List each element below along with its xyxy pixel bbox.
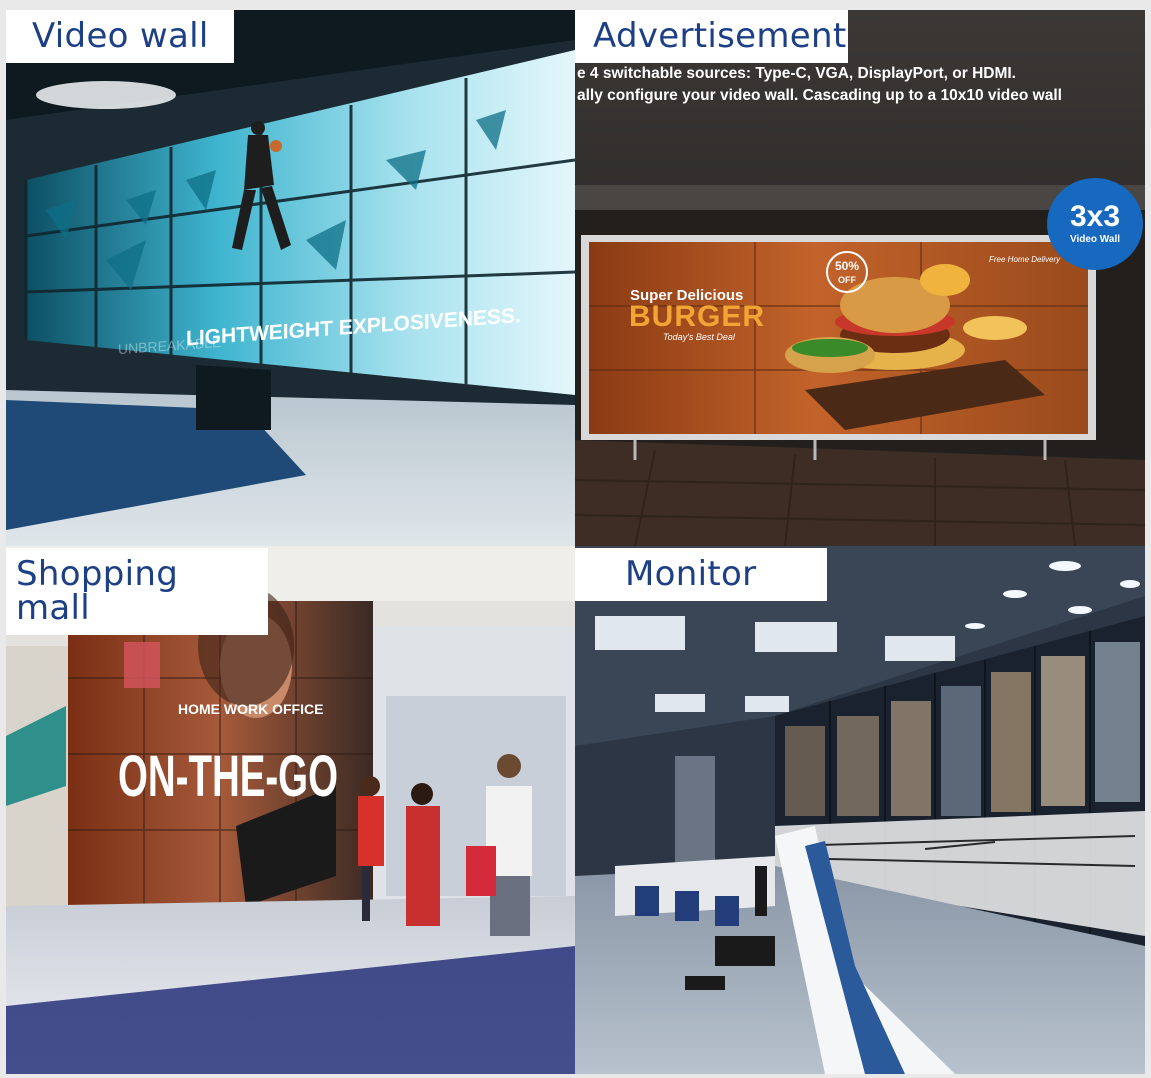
mall-ad-big: ON-THE-GO <box>118 744 338 809</box>
control-room-photo <box>575 546 1145 1074</box>
video-wall-badge: 3x3 Video Wall <box>1047 178 1143 270</box>
panel-title-advertisement: Advertisement <box>575 10 848 63</box>
badge-label: Video Wall <box>1069 234 1120 245</box>
discount-percent: 50% <box>835 259 859 273</box>
ad-main-text: BURGER <box>629 300 765 333</box>
badge-size: 3x3 <box>1069 200 1121 233</box>
shopping-mall-panel: HOME WORK OFFICE ON-THE-GO Shopping mall <box>6 546 575 1074</box>
panel-title-video-wall: Video wall <box>6 10 234 63</box>
caption-line-2: ally configure your video wall. Cascadin… <box>577 87 1062 104</box>
image-collage: LIGHTWEIGHT EXPLOSIVENESS. UNBREAKABLE V… <box>6 10 1145 1074</box>
discount-off: OFF <box>838 275 856 285</box>
video-wall-panel: LIGHTWEIGHT EXPLOSIVENESS. UNBREAKABLE V… <box>6 10 575 546</box>
monitor-panel: Monitor <box>575 546 1145 1074</box>
advertisement-panel: 50% OFF Free Home Delivery Super Delicio… <box>575 10 1145 546</box>
mall-ad-small: HOME WORK OFFICE <box>178 701 323 717</box>
panel-title-shopping-mall: Shopping mall <box>6 548 268 635</box>
caption-line-1: e 4 switchable sources: Type-C, VGA, Dis… <box>577 65 1016 82</box>
panel-title-monitor: Monitor <box>575 548 827 601</box>
video-wall-photo: LIGHTWEIGHT EXPLOSIVENESS. UNBREAKABLE <box>6 10 575 546</box>
ad-sub-text: Today's Best Deal <box>663 332 736 342</box>
delivery-text: Free Home Delivery <box>989 255 1061 264</box>
